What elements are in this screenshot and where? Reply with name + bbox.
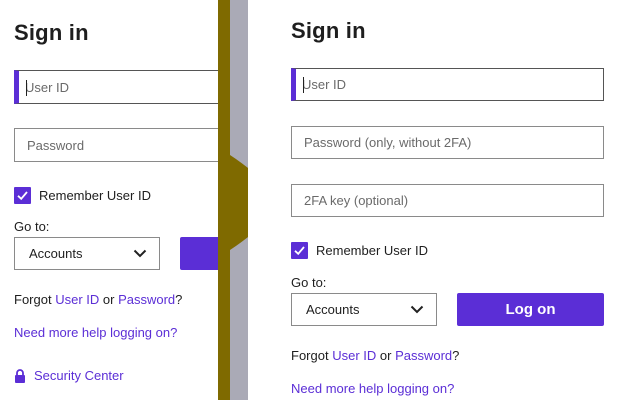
goto-label: Go to:: [291, 275, 327, 290]
help-link[interactable]: Need more help logging on?: [291, 381, 454, 396]
help-link[interactable]: Need more help logging on?: [14, 325, 177, 340]
password-field[interactable]: [291, 126, 604, 159]
forgot-user-id-link[interactable]: User ID: [332, 348, 376, 363]
user-id-input[interactable]: [19, 71, 218, 103]
forgot-line: Forgot User ID or Password?: [14, 292, 182, 307]
forgot-line: Forgot User ID or Password?: [291, 348, 459, 363]
new-signin-panel: Sign in Remember User ID Go to: Accounts…: [248, 0, 640, 400]
password-input[interactable]: [292, 127, 603, 158]
twofa-field[interactable]: [291, 184, 604, 217]
or-text: or: [102, 292, 115, 307]
twofa-input[interactable]: [292, 185, 603, 216]
remember-user-id-checkbox[interactable]: Remember User ID: [291, 242, 428, 259]
text-caret: [303, 77, 304, 93]
user-id-field[interactable]: [14, 70, 218, 104]
goto-selected-value: Accounts: [29, 246, 83, 261]
check-icon[interactable]: [291, 242, 308, 259]
or-text: or: [379, 348, 392, 363]
remember-user-id-label: Remember User ID: [39, 188, 151, 203]
forgot-text: Forgot: [291, 348, 329, 363]
forgot-password-link[interactable]: Password: [395, 348, 452, 363]
text-caret: [26, 80, 27, 96]
goto-selected-value: Accounts: [306, 302, 360, 317]
user-id-input[interactable]: [296, 69, 603, 100]
check-icon[interactable]: [14, 187, 31, 204]
forgot-password-link[interactable]: Password: [118, 292, 175, 307]
page-title: Sign in: [291, 18, 366, 43]
goto-label: Go to:: [14, 219, 50, 234]
old-signin-panel: Sign in Remember User ID Go to: Accounts…: [0, 0, 218, 400]
remember-user-id-label: Remember User ID: [316, 243, 428, 258]
page-title: Sign in: [14, 20, 89, 45]
user-id-field[interactable]: [291, 68, 604, 101]
lock-icon: [15, 368, 25, 383]
chevron-down-icon: [133, 249, 147, 258]
chevron-down-icon: [410, 305, 424, 314]
logon-button[interactable]: [180, 237, 218, 270]
password-input[interactable]: [15, 129, 218, 161]
logon-button[interactable]: Log on: [457, 293, 604, 326]
question-mark: ?: [452, 348, 460, 363]
password-field[interactable]: [14, 128, 218, 162]
question-mark: ?: [175, 292, 183, 307]
goto-select[interactable]: Accounts: [291, 293, 437, 326]
remember-user-id-checkbox[interactable]: Remember User ID: [14, 187, 151, 204]
forgot-text: Forgot: [14, 292, 52, 307]
goto-select[interactable]: Accounts: [14, 237, 160, 270]
security-center-label: Security Center: [34, 368, 124, 383]
forgot-user-id-link[interactable]: User ID: [55, 292, 99, 307]
security-center-link[interactable]: Security Center: [14, 368, 124, 383]
